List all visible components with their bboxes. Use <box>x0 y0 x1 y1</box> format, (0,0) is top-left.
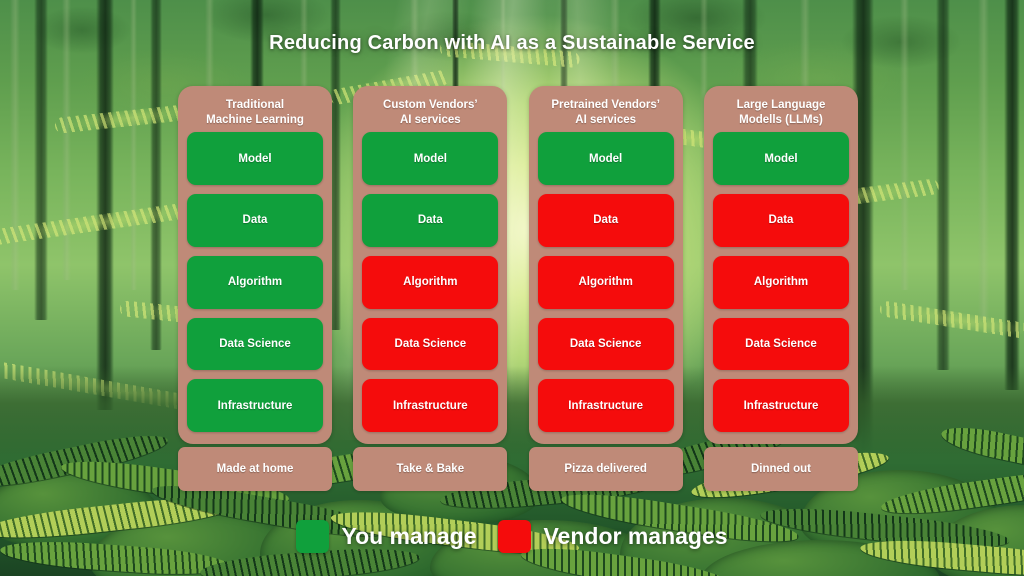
service-column-3[interactable]: Pretrained Vendors’ AI services Model Data A… <box>528 86 683 444</box>
analogy-label-text: Take & Bake <box>396 463 465 475</box>
slide-canvas: Reducing Carbon with AI as a Sustainable… <box>0 0 1024 576</box>
matrix-cell[interactable]: Data Science <box>712 317 849 371</box>
matrix-cell[interactable]: Data <box>362 194 499 247</box>
service-column-1[interactable]: Traditional Machine Learning Model Data Algo… <box>178 86 332 444</box>
matrix-cell[interactable]: Infrastructure <box>362 379 499 433</box>
column-header-line-1: Pretrained Vendors’ <box>551 99 660 111</box>
column-cells: Model Data Algorithm Data Science Infrastruc… <box>712 132 849 433</box>
matrix-cell-label: Data <box>768 214 794 227</box>
matrix-cell[interactable]: Algorithm <box>362 255 499 309</box>
page-title: Reducing Carbon with AI as a Sustainable… <box>269 32 755 54</box>
analogy-footer-row: Made at home Take & Bake Pizza delivered Di… <box>178 447 858 491</box>
column-header-line-2: AI services <box>399 114 461 127</box>
matrix-cell[interactable]: Data Science <box>187 317 323 371</box>
legend-item-vendor: Vendor manages <box>498 520 728 553</box>
column-header: Pretrained Vendors’ AI services <box>538 96 674 132</box>
matrix-cell[interactable]: Model <box>187 132 323 186</box>
matrix-cell-label: Algorithm <box>403 276 458 289</box>
matrix-cell-label: Model <box>238 152 272 165</box>
matrix-cell[interactable]: Data <box>187 194 323 247</box>
matrix-cell-label: Infrastructure <box>217 399 293 412</box>
legend-item-you: You manage <box>296 520 476 553</box>
analogy-label-text: Pizza delivered <box>564 463 647 475</box>
matrix-cell[interactable]: Data Science <box>537 317 674 371</box>
legend-swatch-you <box>296 520 330 553</box>
matrix-cell[interactable]: Model <box>537 132 674 186</box>
analogy-label[interactable]: Pizza delivered <box>528 447 683 491</box>
legend-label: You manage <box>341 523 477 549</box>
column-cells: Model Data Algorithm Data Science Infrastruc… <box>187 132 323 433</box>
responsibility-matrix: Traditional Machine Learning Model Data Algo… <box>178 86 858 444</box>
analogy-label-text: Made at home <box>216 463 294 475</box>
analogy-label[interactable]: Take & Bake <box>353 447 508 491</box>
legend-swatch-vendor <box>498 520 532 553</box>
column-header: Traditional Machine Learning <box>187 96 323 132</box>
column-header-line-1: Custom Vendors’ <box>383 99 478 111</box>
matrix-cell[interactable]: Data Science <box>362 317 499 371</box>
matrix-cell[interactable]: Infrastructure <box>187 379 323 433</box>
matrix-cell[interactable]: Infrastructure <box>537 379 674 433</box>
matrix-cell[interactable]: Model <box>362 132 499 186</box>
column-cells: Model Data Algorithm Data Science Infrastruc… <box>362 132 499 433</box>
matrix-cell-label: Data Science <box>219 337 291 350</box>
column-header-line-2: AI services <box>575 114 637 127</box>
matrix-cell-label: Data <box>417 214 443 227</box>
matrix-cell-label: Data Science <box>745 337 817 350</box>
column-cells: Model Data Algorithm Data Science Infrastruc… <box>537 132 674 433</box>
matrix-cell[interactable]: Infrastructure <box>712 379 849 433</box>
matrix-cell[interactable]: Algorithm <box>712 255 849 309</box>
analogy-label[interactable]: Dinned out <box>703 447 858 491</box>
matrix-cell-label: Data Science <box>394 337 467 350</box>
column-header-line-1: Large Language <box>736 99 826 111</box>
column-header-line-2: Modells (LLMs) <box>739 114 823 127</box>
analogy-label-text: Dinned out <box>750 463 811 475</box>
matrix-cell-label: Model <box>589 152 623 165</box>
column-header-line-1: Traditional <box>225 99 285 111</box>
matrix-cell-label: Algorithm <box>753 276 809 289</box>
matrix-cell-label: Data Science <box>569 337 642 350</box>
matrix-cell-label: Model <box>764 152 798 165</box>
matrix-cell-label: Algorithm <box>578 276 633 289</box>
matrix-cell-label: Infrastructure <box>568 399 644 412</box>
matrix-cell-label: Infrastructure <box>392 399 468 412</box>
legend-label: Vendor manages <box>543 523 728 549</box>
legend: You manage Vendor manages <box>0 520 1024 553</box>
column-header: Custom Vendors’ AI services <box>362 96 498 132</box>
analogy-label[interactable]: Made at home <box>178 447 332 491</box>
column-header-line-2: Machine Learning <box>206 114 304 127</box>
matrix-cell[interactable]: Data <box>537 194 674 247</box>
matrix-cell-label: Data <box>593 214 619 227</box>
service-column-2[interactable]: Custom Vendors’ AI services Model Data Algor… <box>353 86 508 444</box>
matrix-cell-label: Infrastructure <box>743 399 819 412</box>
matrix-cell-label: Data <box>242 214 268 227</box>
matrix-cell-label: Model <box>413 152 447 165</box>
matrix-cell[interactable]: Algorithm <box>537 255 674 309</box>
service-column-4[interactable]: Large Language Modells (LLMs) Model Data Alg… <box>703 86 858 444</box>
column-header: Large Language Modells (LLMs) <box>713 96 849 132</box>
matrix-cell-label: Algorithm <box>227 276 283 289</box>
matrix-cell[interactable]: Model <box>712 132 849 186</box>
matrix-cell[interactable]: Algorithm <box>187 255 323 309</box>
matrix-cell[interactable]: Data <box>712 194 849 247</box>
